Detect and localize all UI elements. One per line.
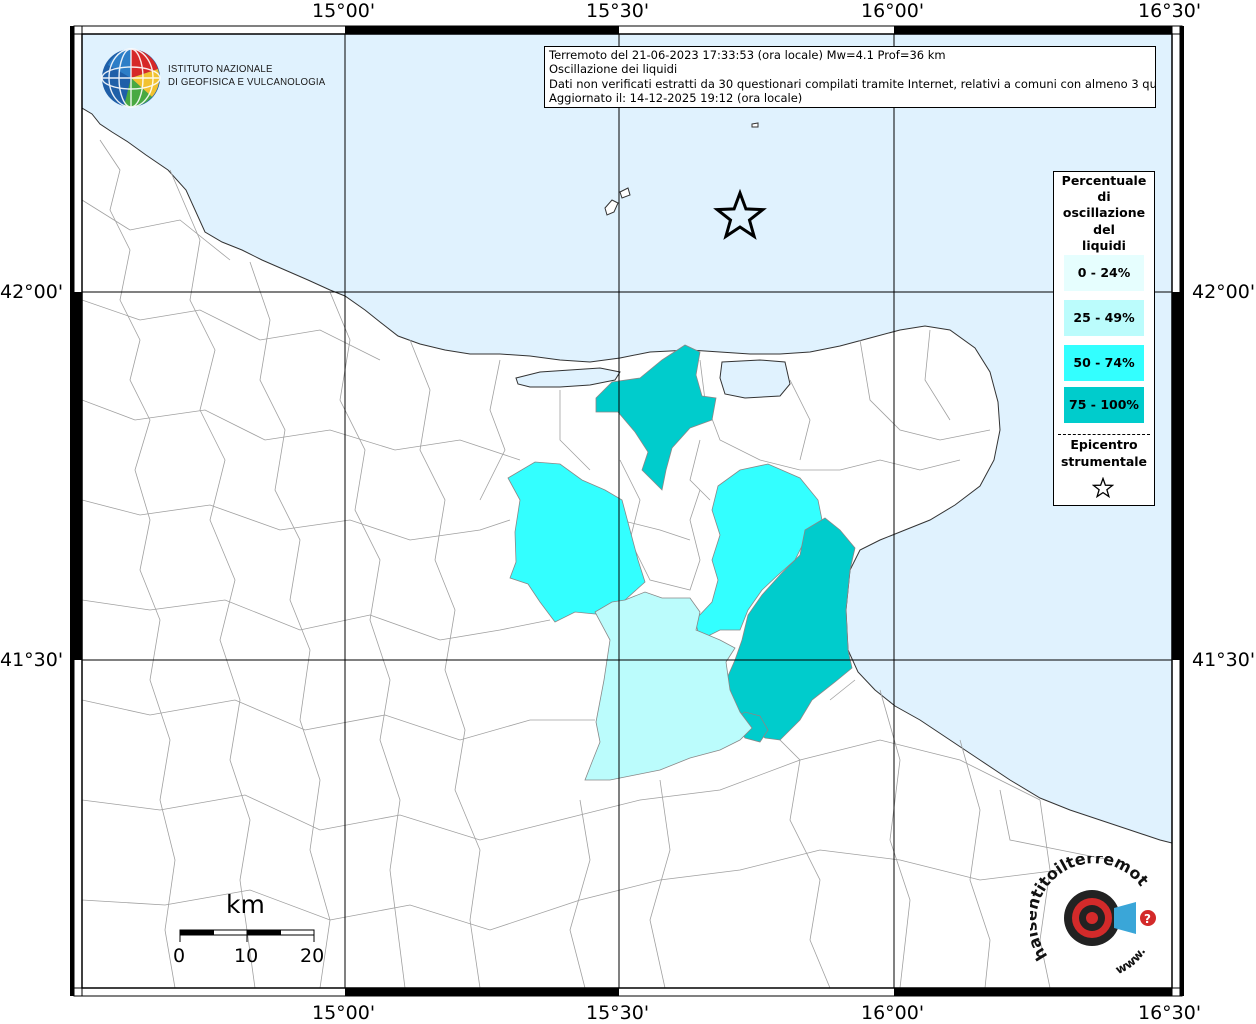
legend-title-line-4: del xyxy=(1093,221,1115,237)
svg-text:?: ? xyxy=(1144,912,1151,926)
legend-title: Percentuale di oscillazione del liquidi xyxy=(1054,172,1154,254)
ingv-logo-text: ISTITUTO NAZIONALE DI GEOFISICA E VULCAN… xyxy=(168,63,325,89)
legend-epicenter-line-1: Epicentro xyxy=(1070,437,1138,452)
scale-tick-0: 0 xyxy=(173,945,186,967)
lat-tick-right-1: 42°00' xyxy=(1192,281,1256,303)
legend: Percentuale di oscillazione del liquidi … xyxy=(1053,171,1155,506)
legend-title-line-2: di xyxy=(1097,189,1111,205)
legend-title-line-5: liquidi xyxy=(1082,237,1126,253)
lon-tick-top-2: 15°30' xyxy=(586,0,650,22)
lat-tick-left-1: 42°00' xyxy=(0,281,64,303)
ingv-line-1: ISTITUTO NAZIONALE xyxy=(168,63,273,75)
lagoon-varano xyxy=(719,359,791,399)
lon-tick-bottom-1: 15°00' xyxy=(312,1002,376,1024)
lat-tick-right-2: 41°30' xyxy=(1192,649,1256,671)
legend-epicenter-line-2: strumentale xyxy=(1060,453,1148,469)
legend-separator xyxy=(1058,434,1150,435)
lon-tick-top-1: 15°00' xyxy=(312,0,376,22)
legend-swatch-50-74: 50 - 74% xyxy=(1064,345,1144,381)
scale-tick-10: 10 xyxy=(234,945,259,967)
lon-tick-top-3: 16°00' xyxy=(861,0,925,22)
info-line-source: Dati non verificati estratti da 30 quest… xyxy=(549,76,1156,91)
lat-tick-left-2: 41°30' xyxy=(0,649,64,671)
lon-tick-bottom-3: 16°00' xyxy=(861,1002,925,1024)
lon-tick-bottom-4: 16°30' xyxy=(1138,1002,1202,1024)
island-pianosa xyxy=(751,122,759,128)
legend-swatch-75-100: 75 - 100% xyxy=(1064,387,1144,423)
lon-tick-top-4: 16°30' xyxy=(1138,0,1202,22)
hst-logo-url: www. xyxy=(1113,945,1148,977)
info-line-subject: Oscillazione dei liquidi xyxy=(549,62,678,77)
earthquake-info-box: Terremoto del 21-06-2023 17:33:53 (ora l… xyxy=(544,46,1156,108)
legend-star-outline-icon xyxy=(1092,477,1114,499)
info-line-updated: Aggiornato il: 14-12-2025 19:12 (ora loc… xyxy=(549,91,803,106)
svg-text:www.: www. xyxy=(1113,945,1148,977)
scale-tick-20: 20 xyxy=(300,945,325,967)
scale-unit: km xyxy=(226,890,265,919)
ingv-globe-icon xyxy=(101,48,161,108)
legend-title-line-1: Percentuale xyxy=(1061,173,1147,188)
ingv-line-2: DI GEOFISICA E VULCANOLOGIA xyxy=(168,76,326,88)
lon-tick-bottom-2: 15°30' xyxy=(586,1002,650,1024)
info-line-event: Terremoto del 21-06-2023 17:33:53 (ora l… xyxy=(549,48,946,62)
legend-epicenter-label: Epicentro strumentale xyxy=(1054,437,1154,470)
legend-swatch-25-49: 25 - 49% xyxy=(1064,300,1144,336)
legend-swatch-0-24: 0 - 24% xyxy=(1064,255,1144,291)
hst-logo: haisentitoilterremoto.it www. ? xyxy=(1030,856,1156,977)
legend-title-line-3: oscillazione xyxy=(1062,205,1146,221)
